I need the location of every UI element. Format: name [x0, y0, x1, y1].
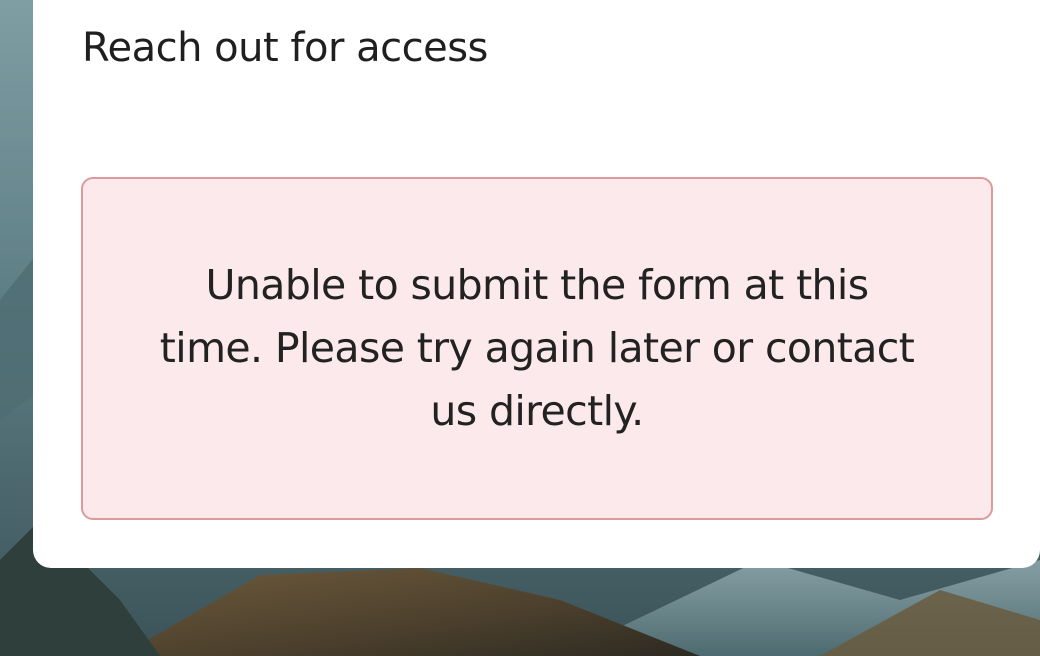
- error-alert: Unable to submit the form at this time. …: [81, 177, 993, 520]
- access-request-card: Reach out for access Unable to submit th…: [33, 0, 1040, 568]
- error-message: Unable to submit the form at this time. …: [159, 261, 915, 435]
- card-title: Reach out for access: [82, 25, 488, 71]
